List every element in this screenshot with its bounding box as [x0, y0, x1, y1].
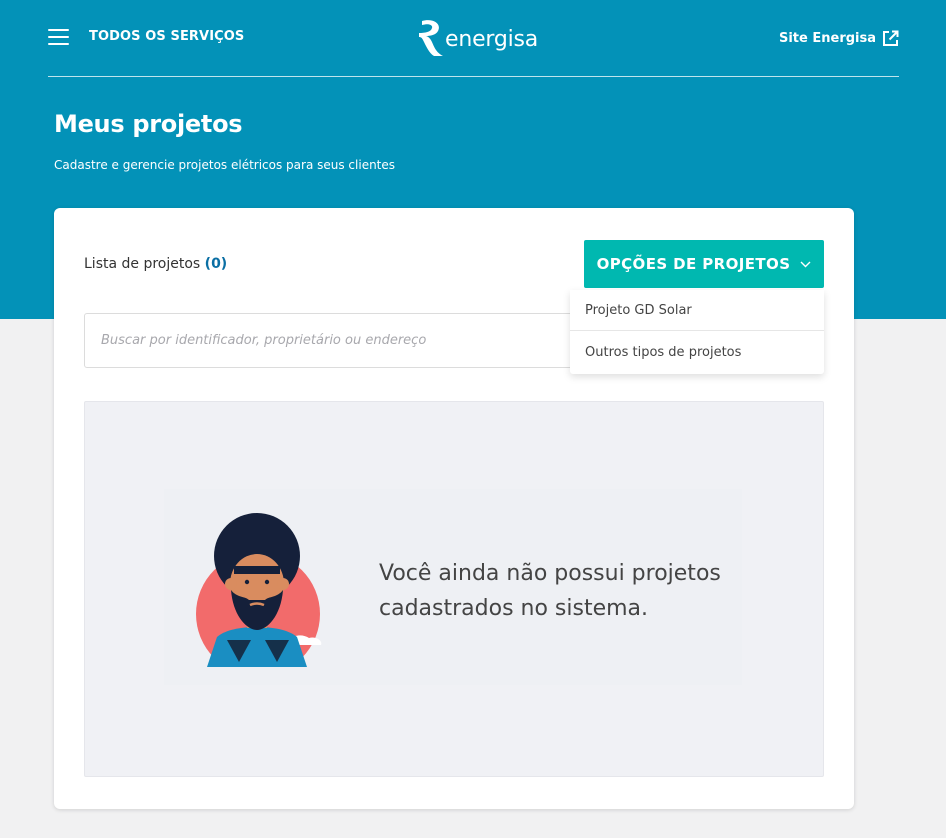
site-energisa-label: Site Energisa	[778, 30, 876, 46]
page-subtitle: Cadastre e gerencie projetos elétricos p…	[54, 158, 396, 172]
projects-list-title: Lista de projetos (0)	[84, 256, 227, 272]
all-services-link[interactable]: TODOS OS SERVIÇOS	[89, 29, 244, 44]
empty-state-panel: Você ainda não possui projetos cadastrad…	[84, 401, 824, 777]
empty-state-message: Você ainda não possui projetos cadastrad…	[379, 561, 721, 621]
site-energisa-link[interactable]: Site Energisa	[779, 29, 899, 47]
project-options-label: OPÇÕES DE PROJETOS	[596, 255, 791, 273]
external-link-icon	[883, 30, 899, 46]
projects-card: Lista de projetos (0) OPÇÕES DE PROJETOS…	[54, 208, 854, 809]
person-illustration	[196, 513, 322, 667]
projects-list-label: Lista de projetos	[84, 256, 201, 272]
hamburger-icon[interactable]	[48, 28, 70, 46]
projects-count: (0)	[204, 256, 228, 272]
project-options-button[interactable]: OPÇÕES DE PROJETOS	[584, 240, 824, 288]
energisa-logo-mark	[419, 20, 443, 56]
dropdown-item-gd-solar[interactable]: Projeto GD Solar	[570, 290, 824, 331]
energisa-logo[interactable]: energisa	[418, 18, 538, 58]
chevron-down-icon	[800, 261, 811, 267]
dropdown-item-other-projects[interactable]: Outros tipos de projetos	[570, 332, 824, 373]
top-navigation-bar: TODOS OS SERVIÇOS energisa Site Energisa	[48, 0, 899, 77]
logo-text: energisa	[445, 27, 539, 52]
page-title: Meus projetos	[54, 110, 243, 138]
project-options-dropdown: Projeto GD Solar Outros tipos de projeto…	[570, 290, 824, 374]
